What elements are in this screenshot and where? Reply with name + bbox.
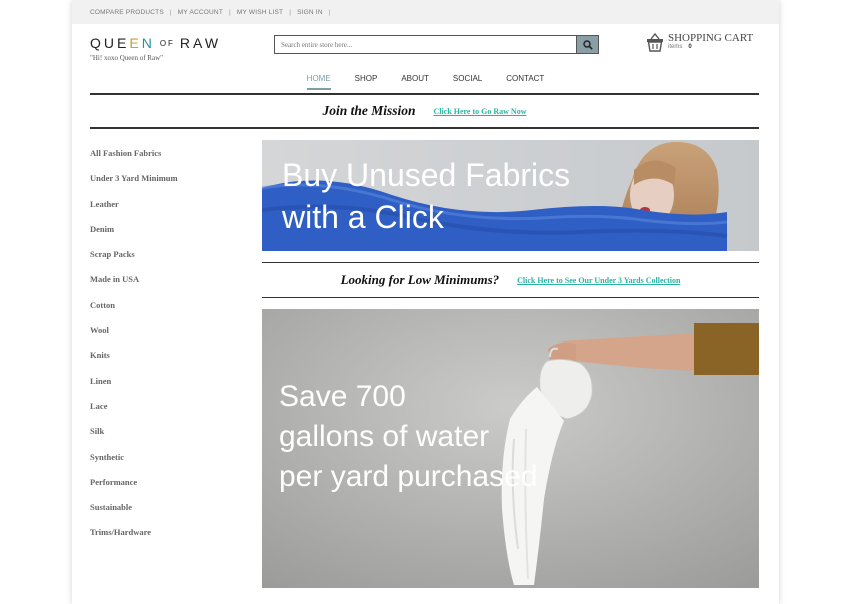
sidebar-item-wool[interactable]: Wool	[90, 322, 178, 347]
cart-title: SHOPPING CART	[668, 32, 754, 44]
sidebar-item-denim[interactable]: Denim	[90, 221, 178, 246]
divider	[262, 297, 759, 298]
low-minimums-title: Looking for Low Minimums?	[340, 272, 500, 287]
site-logo[interactable]: QUEEN OF RAW	[90, 35, 221, 51]
logo-of: OF	[159, 39, 175, 48]
sidebar-item-under-3-yard[interactable]: Under 3 Yard Minimum	[90, 170, 178, 195]
hero-banner-water[interactable]: Save 700 gallons of water per yard purch…	[262, 309, 759, 588]
hero-water-line1: Save 700	[279, 380, 406, 413]
main-nav: HOME SHOP ABOUT SOCIAL CONTACT	[72, 72, 779, 90]
search-input[interactable]	[275, 36, 576, 53]
compare-products-link[interactable]: COMPARE PRODUCTS	[90, 9, 164, 16]
sidebar-item-leather[interactable]: Leather	[90, 196, 178, 221]
sidebar-item-linen[interactable]: Linen	[90, 373, 178, 398]
sidebar-item-scrap-packs[interactable]: Scrap Packs	[90, 246, 178, 271]
sidebar-item-sustainable[interactable]: Sustainable	[90, 499, 178, 524]
nav-about[interactable]: ABOUT	[401, 72, 429, 90]
low-minimums-banner: Looking for Low Minimums? Click Here to …	[262, 262, 759, 298]
go-raw-link[interactable]: Click Here to Go Raw Now	[434, 107, 527, 116]
hero-fabrics-line2: with a Click	[282, 199, 444, 235]
hero-fabrics-headline: Buy Unused Fabrics with a Click	[282, 154, 570, 238]
shopping-cart[interactable]: SHOPPING CART items 0	[646, 32, 753, 52]
sign-in-link[interactable]: SIGN IN	[297, 9, 323, 16]
sidebar-item-made-in-usa[interactable]: Made in USA	[90, 271, 178, 296]
divider	[90, 127, 759, 129]
hero-water-line2: gallons of water	[279, 420, 490, 453]
sidebar-item-knits[interactable]: Knits	[90, 347, 178, 372]
logo-queen: QUEEN	[90, 35, 155, 51]
nav-contact[interactable]: CONTACT	[506, 72, 544, 90]
my-wish-list-link[interactable]: MY WISH LIST	[237, 9, 283, 16]
site-tagline: "Hi! xoxo Queen of Raw"	[90, 54, 163, 62]
cart-summary: items 0	[668, 44, 753, 50]
sidebar-item-lace[interactable]: Lace	[90, 398, 178, 423]
logo-raw: RAW	[179, 35, 222, 51]
hero-banner-fabrics[interactable]: Buy Unused Fabrics with a Click	[262, 140, 759, 251]
hero-water-headline: Save 700 gallons of water per yard purch…	[279, 377, 538, 497]
nav-home[interactable]: HOME	[306, 72, 331, 90]
sidebar-item-performance[interactable]: Performance	[90, 474, 178, 499]
cart-items-label: items	[668, 44, 683, 50]
sidebar-item-all-fashion-fabrics[interactable]: All Fashion Fabrics	[90, 145, 178, 170]
sidebar-item-trims-hardware[interactable]: Trims/Hardware	[90, 524, 178, 549]
search-bar	[274, 35, 599, 54]
top-utility-bar: COMPARE PRODUCTS | MY ACCOUNT | MY WISH …	[72, 0, 779, 24]
basket-icon	[647, 32, 663, 52]
mission-title: Join the Mission	[322, 103, 416, 118]
category-sidebar: All Fashion Fabrics Under 3 Yard Minimum…	[90, 145, 178, 550]
cart-count: 0	[688, 44, 692, 50]
nav-shop[interactable]: SHOP	[355, 72, 378, 90]
nav-social[interactable]: SOCIAL	[453, 72, 482, 90]
hero-fabrics-line1: Buy Unused Fabrics	[282, 157, 571, 193]
hero-water-line3: per yard purchased	[279, 460, 538, 493]
mission-banner: Join the Mission Click Here to Go Raw No…	[90, 95, 759, 127]
my-account-link[interactable]: MY ACCOUNT	[178, 9, 223, 16]
sidebar-item-silk[interactable]: Silk	[90, 423, 178, 448]
sidebar-item-cotton[interactable]: Cotton	[90, 297, 178, 322]
search-button[interactable]	[576, 36, 598, 53]
under-3-yards-link[interactable]: Click Here to See Our Under 3 Yards Coll…	[517, 276, 680, 285]
search-icon	[582, 39, 593, 50]
sidebar-item-synthetic[interactable]: Synthetic	[90, 449, 178, 474]
page-container: COMPARE PRODUCTS | MY ACCOUNT | MY WISH …	[72, 0, 779, 604]
